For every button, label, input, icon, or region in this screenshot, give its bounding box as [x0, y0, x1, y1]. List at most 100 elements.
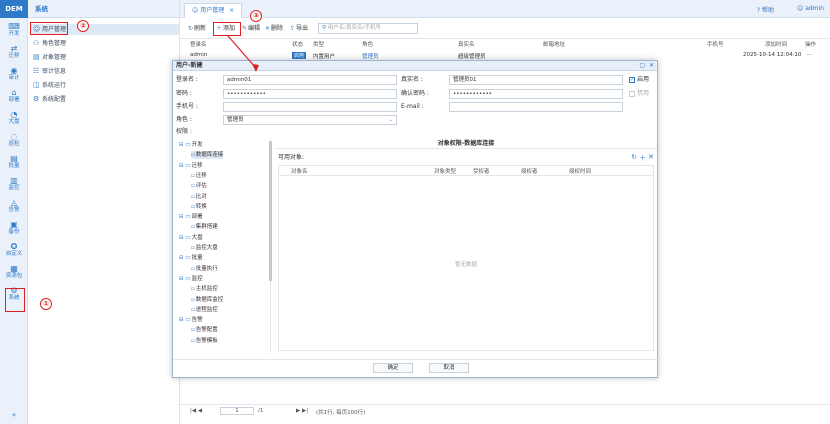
tree-node[interactable]: ▫监控大盘 [191, 244, 218, 252]
file-icon: ▫ [191, 306, 195, 313]
status-badge: 启用 [292, 52, 307, 59]
email-field[interactable] [449, 102, 623, 112]
column-header[interactable]: 邮箱地址 [543, 40, 565, 48]
row-more-button[interactable]: ··· [807, 52, 812, 58]
backup-icon: ▣ [10, 220, 18, 229]
x-icon: ✕ [265, 25, 271, 32]
tree-node[interactable]: ▫转换 [191, 203, 207, 211]
tab-bar: ☺ 用户管理 × ? 帮助 ☺ admin [180, 0, 830, 18]
login-field[interactable]: admin01 [223, 75, 397, 85]
maximize-icon[interactable]: ▢ [639, 61, 645, 71]
tree-node[interactable]: ⊟ ▭告警 [179, 316, 203, 324]
pager-last-icon[interactable]: ▶ ▶| [296, 408, 308, 414]
cancel-button[interactable]: 取消 [429, 363, 469, 373]
rail-item[interactable]: ◬ 告警 [0, 198, 28, 214]
disable-radio[interactable]: 禁用 [629, 89, 649, 99]
rail-item[interactable]: ⌨ 开发 [0, 22, 28, 38]
permission-tree: ⊟ ▭开发 ▫数据库连接 ⊟ ▭迁移 ▫迁移 ▫评估 ▫比对 ▫转换 ⊟ ▭部署 ▫集群搭建 ⊟ … [177, 139, 271, 353]
column-header[interactable]: 添加时间 [765, 40, 787, 48]
column-header[interactable]: 授权者 [521, 167, 538, 175]
export-button[interactable]: ⇪导出 [290, 24, 308, 34]
close-icon[interactable]: ✕ [648, 153, 654, 161]
column-header[interactable]: 状态 [292, 40, 303, 48]
rail-item[interactable]: ⇄ 迁移 [0, 44, 28, 60]
rail-item[interactable]: ▣ 备份 [0, 220, 28, 236]
email-label: E-mail : [401, 103, 424, 110]
nav-item[interactable]: ☷ 审计信息 [31, 66, 179, 77]
nav-item[interactable]: ⚇ 角色管理 [31, 38, 179, 49]
rail-item[interactable]: ◌ 巡检 [0, 132, 28, 148]
tree-node[interactable]: ▫集群搭建 [191, 223, 218, 231]
tree-node[interactable]: ▫评估 [191, 182, 207, 190]
tree-node[interactable]: ⊟ ▭部署 [179, 213, 203, 221]
rail-item[interactable]: ◔ 大盘 [0, 110, 28, 126]
tree-node-label: 数据库连接 [195, 152, 224, 159]
user-menu[interactable]: ☺ admin [797, 5, 824, 12]
rail-item[interactable]: ✪ 自定义 [0, 242, 28, 258]
nav-item[interactable]: ▤ 对象管理 [31, 52, 179, 63]
realname-field[interactable]: 管理员01 [449, 75, 623, 85]
tree-node[interactable]: ▫批量执行 [191, 265, 218, 273]
refresh-icon[interactable]: ↻ [631, 153, 637, 161]
ok-button[interactable]: 确定 [373, 363, 413, 373]
column-header[interactable]: 操作 [805, 40, 816, 48]
column-header[interactable]: 角色 [362, 40, 373, 48]
plus-icon[interactable]: ＋ [639, 153, 646, 163]
tree-node[interactable]: ▫告警配置 [191, 326, 218, 334]
tree-node[interactable]: ▫告警模板 [191, 337, 218, 345]
column-header[interactable]: 受权者 [473, 167, 490, 175]
confirm-password-field[interactable]: •••••••••••• [449, 89, 623, 99]
tree-node-label: 开发 [191, 142, 203, 148]
tree-node[interactable]: ⊟ ▭监控 [179, 275, 203, 283]
tree-node[interactable]: ⊟ ▭开发 [179, 141, 203, 149]
refresh-button[interactable]: ↻刷新 [188, 24, 206, 34]
tree-node[interactable]: ▫进程监控 [191, 306, 218, 314]
column-header[interactable]: 真实名 [458, 40, 475, 48]
edit-button[interactable]: ✎编辑 [242, 24, 260, 34]
search-input[interactable]: ⚲ 用户名/真实名/手机号 [318, 23, 418, 34]
column-header[interactable]: 对象类型 [434, 167, 456, 175]
nav-item[interactable]: ◫ 系统运行 [31, 80, 179, 91]
tab-user-management[interactable]: ☺ 用户管理 × [184, 3, 243, 18]
tree-node[interactable]: ⊟ ▭大盘 [179, 234, 203, 242]
tree-node[interactable]: ▫数据库监控 [191, 296, 223, 304]
tree-scrollbar[interactable] [269, 141, 272, 281]
column-header[interactable]: 手机号 [707, 40, 724, 48]
tree-node[interactable]: ▫比对 [191, 193, 207, 201]
tree-node[interactable]: ▫数据库连接 [191, 151, 224, 160]
rail-item-label: 监控 [8, 185, 20, 191]
delete-button[interactable]: ✕删除 [265, 24, 283, 34]
tree-node[interactable]: ⊟ ▭迁移 [179, 162, 203, 170]
password-field[interactable]: •••••••••••• [223, 89, 397, 99]
pager-first-icon[interactable]: |◀ ◀ [190, 408, 202, 414]
tree-node[interactable]: ▫迁移 [191, 172, 207, 180]
system-nav-panel: 系统 ☺ 用户管理 ⚇ 角色管理 ▤ 对象管理 ☷ 审计信息 ◫ 系统运行 ⚙ 系统配置 [28, 0, 180, 424]
rail-item[interactable]: ◉ 审计 [0, 66, 28, 82]
rail-item[interactable]: ▦ 资源包 [0, 264, 28, 280]
nav-item-label: 审计信息 [42, 68, 67, 75]
refresh-label: 刷新 [194, 25, 207, 32]
column-header[interactable]: 授权时间 [569, 167, 591, 175]
page-input[interactable]: 1 [220, 407, 254, 415]
column-header[interactable]: 对象名 [291, 167, 308, 175]
tree-node[interactable]: ⊟ ▭批量 [179, 254, 203, 262]
rail-item[interactable]: ▥ 监控 [0, 176, 28, 192]
batch-icon: ▤ [10, 154, 18, 163]
nav-item[interactable]: ⚙ 系统配置 [31, 94, 179, 105]
close-icon[interactable]: ✕ [649, 61, 654, 71]
phone-field[interactable] [223, 102, 397, 112]
collapse-rail-button[interactable]: « [0, 412, 28, 419]
role-select[interactable]: 管理员 ⌄ [223, 115, 397, 125]
column-header[interactable]: 登录名 [190, 40, 207, 48]
password-label: 密码 : [176, 90, 192, 97]
help-link[interactable]: ? 帮助 [757, 5, 774, 14]
rail-item-label: 备份 [8, 229, 20, 235]
tree-node[interactable]: ▫主机监控 [191, 285, 218, 293]
rail-item[interactable]: ⌂ 部署 [0, 88, 28, 104]
enable-radio[interactable]: ✓ 启用 [629, 75, 649, 85]
user-icon: ☺ [192, 7, 199, 14]
column-header[interactable]: 类型 [313, 40, 324, 48]
rail-item[interactable]: ▤ 批量 [0, 154, 28, 170]
rail-item-label: 迁移 [8, 53, 20, 59]
tab-close-icon[interactable]: × [229, 7, 234, 14]
